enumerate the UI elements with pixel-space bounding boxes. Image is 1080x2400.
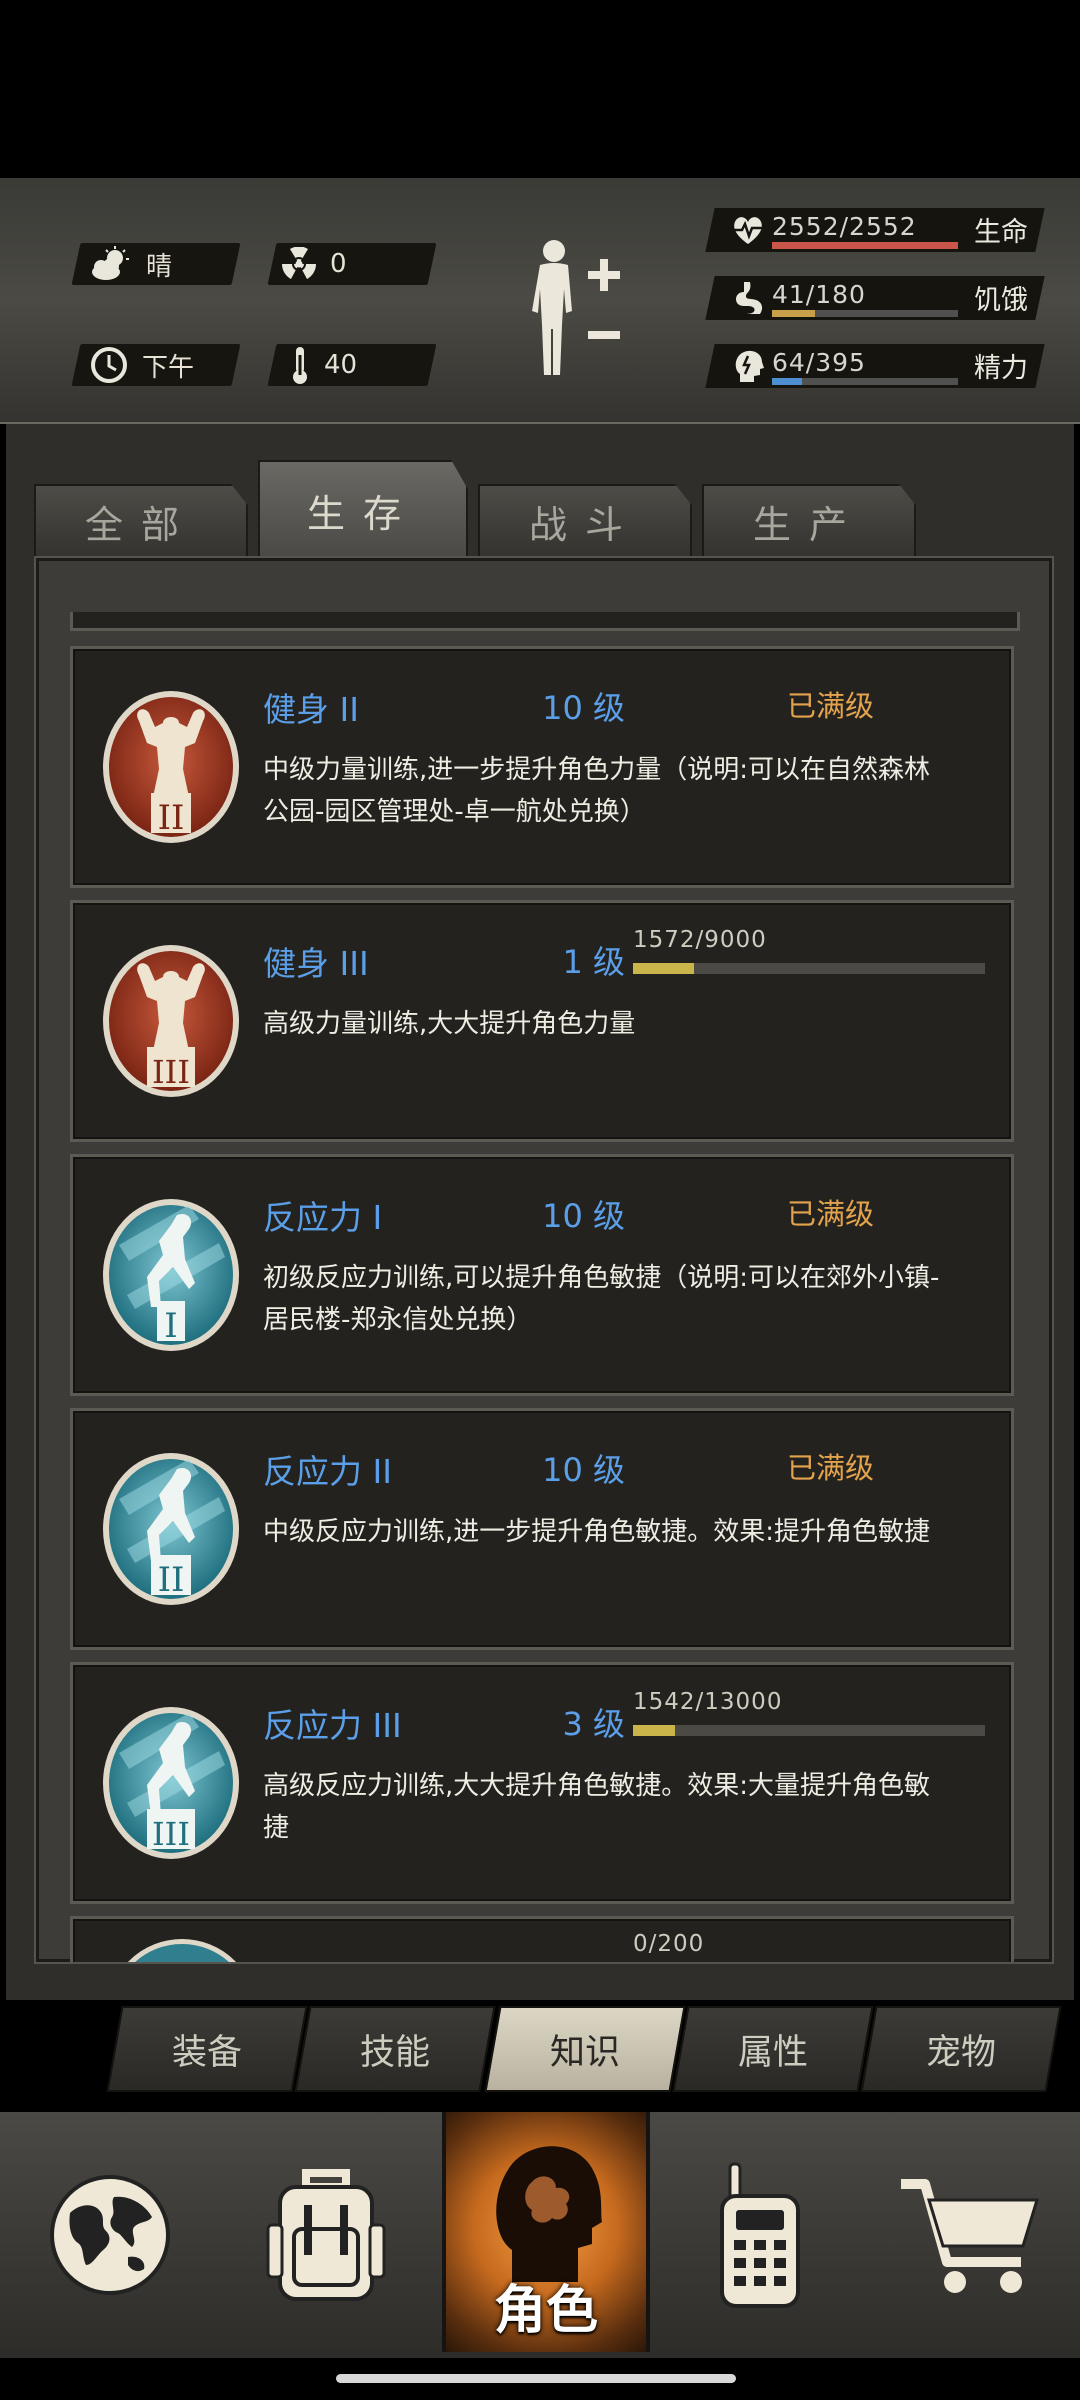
energy-stat: 64/395 精力 xyxy=(705,344,1050,388)
nav-shop[interactable] xyxy=(870,2112,1070,2358)
clock-icon xyxy=(91,347,127,383)
skill-level: 10 级 xyxy=(542,1451,625,1489)
agility-icon: III xyxy=(103,1707,239,1859)
skill-level: 10 级 xyxy=(542,689,625,727)
heart-pulse-icon xyxy=(734,217,762,244)
agility-icon: II xyxy=(103,1453,239,1605)
tab-all[interactable]: 全部 xyxy=(34,484,248,556)
nav-world[interactable] xyxy=(10,2112,210,2358)
max-level-badge: 已满级 xyxy=(787,1197,875,1231)
subtab-skills[interactable]: 技能 xyxy=(294,2006,496,2092)
max-level-badge: 已满级 xyxy=(787,1451,875,1485)
skill-description: 初级反应力训练,可以提升角色敏捷（说明:可以在郊外小镇-居民楼-郑永信处兑换） xyxy=(263,1263,940,1335)
hunger-bar xyxy=(772,310,958,317)
weather-label: 晴 xyxy=(146,251,173,282)
tab-survival[interactable]: 生存 xyxy=(258,460,468,558)
skill-card-fitness-2[interactable]: II 健身 II 10 级 已满级 中级力量训练,进一步提升角色力量（说明:可以… xyxy=(70,646,1014,888)
skill-card-reflex-1[interactable]: I 反应力 I 10 级 已满级 初级反应力训练,可以提升角色敏捷（说明:可以在… xyxy=(70,1154,1014,1396)
body-figure-icon[interactable] xyxy=(520,233,630,383)
skill-progress-text: 1542/13000 xyxy=(633,1689,783,1715)
skill-level: 10 级 xyxy=(542,1197,625,1235)
stomach-icon xyxy=(736,282,763,314)
status-panel: 晴 0 下午 40 2552/2552 生命 41/180 饥饿 64/395 … xyxy=(0,178,1080,424)
skill-list[interactable]: II 健身 II 10 级 已满级 中级力量训练,进一步提升角色力量（说明:可以… xyxy=(34,556,1054,1964)
subtab-knowledge[interactable]: 知识 xyxy=(484,2006,686,2092)
tab-production[interactable]: 生产 xyxy=(702,484,916,556)
svg-text:III: III xyxy=(152,1053,190,1091)
skill-progress-bar xyxy=(633,1725,985,1736)
time-label: 下午 xyxy=(142,352,195,383)
skill-level: 1 级 xyxy=(562,943,625,981)
muscle-icon: II xyxy=(103,691,239,843)
nav-radio[interactable] xyxy=(660,2112,860,2358)
skill-description: 高级反应力训练,大大提升角色敏捷。效果:大量提升角色敏捷 xyxy=(263,1771,931,1843)
health-label: 生命 xyxy=(974,217,1028,248)
radiation-value: 0 xyxy=(330,249,347,279)
energy-bar xyxy=(772,378,958,385)
muscle-icon: III xyxy=(103,945,239,1097)
health-stat: 2552/2552 生命 xyxy=(705,208,1050,252)
svg-text:III: III xyxy=(152,1815,190,1853)
nav-inventory[interactable] xyxy=(226,2112,426,2358)
shopping-cart-icon xyxy=(901,2179,1040,2293)
svg-text:II: II xyxy=(158,798,185,838)
agility-icon: I xyxy=(103,1199,239,1351)
subtab-pets[interactable]: 宠物 xyxy=(860,2006,1062,2092)
skill-name: 反应力 I xyxy=(263,1198,383,1237)
health-value: 2552/2552 xyxy=(772,212,917,241)
skill-name: 健身 III xyxy=(263,944,369,983)
cloud-sun-icon xyxy=(92,246,129,280)
thermometer-icon xyxy=(293,347,307,384)
hunger-stat: 41/180 饥饿 xyxy=(705,276,1050,320)
skill-progress-text: 0/200 xyxy=(633,1931,705,1957)
tab-combat[interactable]: 战斗 xyxy=(478,484,692,556)
skill-name: 反应力 II xyxy=(263,1452,392,1491)
skill-card-reflex-2[interactable]: II 反应力 II 10 级 已满级 中级反应力训练,进一步提升角色敏捷。效果:… xyxy=(70,1408,1014,1650)
skill-progress-text: 1572/9000 xyxy=(633,927,767,953)
temperature-value: 40 xyxy=(324,350,358,380)
nav-character[interactable]: 角色 xyxy=(442,2112,650,2352)
agility-icon xyxy=(107,1939,257,1962)
skill-name: 健身 II xyxy=(263,690,359,729)
energy-label: 精力 xyxy=(974,353,1028,384)
skill-description: 中级力量训练,进一步提升角色力量（说明:可以在自然森林公园-园区管理处-卓一航处… xyxy=(263,755,931,827)
svg-text:I: I xyxy=(164,1306,177,1346)
subtab-attributes[interactable]: 属性 xyxy=(672,2006,874,2092)
list-item-partial-top xyxy=(70,612,1020,631)
skill-description: 高级力量训练,大大提升角色力量 xyxy=(263,1009,636,1039)
skill-description: 中级反应力训练,进一步提升角色敏捷。效果:提升角色敏捷 xyxy=(263,1517,931,1547)
radiation-icon xyxy=(282,247,316,279)
health-bar xyxy=(772,242,958,249)
max-level-badge: 已满级 xyxy=(787,689,875,723)
backpack-icon xyxy=(266,2169,386,2301)
svg-text:II: II xyxy=(158,1560,185,1600)
hunger-value: 41/180 xyxy=(772,280,866,309)
hunger-label: 饥饿 xyxy=(974,285,1028,316)
character-head-icon xyxy=(496,2146,602,2282)
brain-head-icon xyxy=(735,350,764,382)
skill-card-reflex-3[interactable]: III 反应力 III 3 级 1542/13000 高级反应力训练,大大提升角… xyxy=(70,1662,1014,1904)
skill-name: 反应力 III xyxy=(263,1706,402,1745)
skill-card-fitness-3[interactable]: III 健身 III 1 级 1572/9000 高级力量训练,大大提升角色力量 xyxy=(70,900,1014,1142)
nav-character-label: 角色 xyxy=(493,2281,598,2341)
subtab-equipment[interactable]: 装备 xyxy=(106,2006,308,2092)
skill-progress-bar xyxy=(633,963,985,974)
skill-level: 3 级 xyxy=(562,1705,625,1743)
globe-icon xyxy=(50,2175,170,2295)
radio-phone-icon xyxy=(720,2162,800,2308)
home-indicator[interactable] xyxy=(336,2374,736,2383)
energy-value: 64/395 xyxy=(772,348,866,377)
skill-card-partial[interactable]: 0/200 xyxy=(70,1916,1014,1962)
